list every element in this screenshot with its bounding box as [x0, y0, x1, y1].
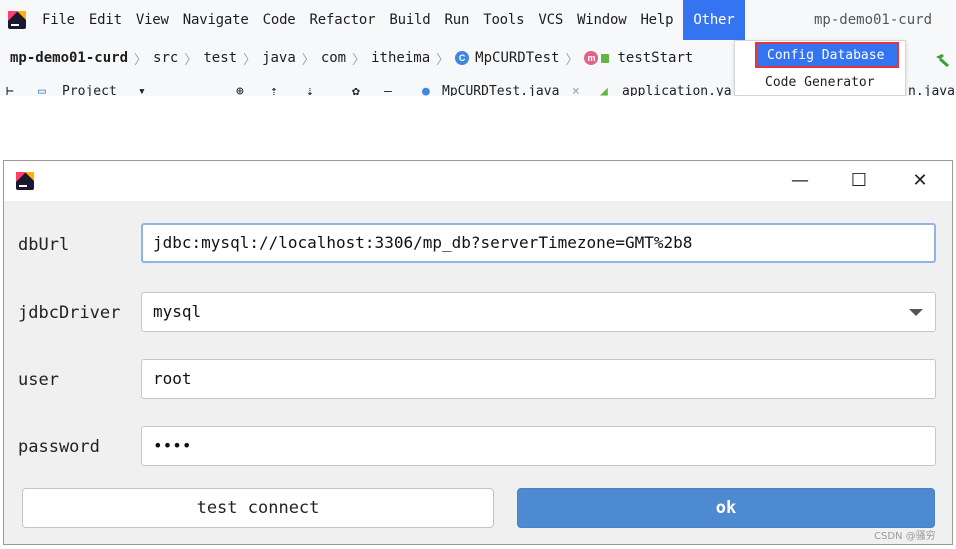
breadcrumb-class[interactable]: MpCURDTest — [475, 50, 559, 66]
menu-tools[interactable]: Tools — [483, 12, 524, 28]
chevron-right-icon: 〉 — [243, 52, 257, 68]
ide-window: File Edit View Navigate Code Refactor Bu… — [0, 0, 956, 96]
yaml-file-icon: ◢ — [600, 84, 608, 96]
chevron-down-icon — [909, 309, 923, 316]
menu-other[interactable]: Other — [683, 0, 745, 40]
dburl-input[interactable]: jdbc:mysql://localhost:3306/mp_db?server… — [141, 223, 936, 263]
menu-navigate[interactable]: Navigate — [183, 12, 249, 28]
other-menu-dropdown: Config Database Code Generator — [734, 40, 906, 96]
minimize-icon[interactable]: — — [788, 169, 812, 193]
build-hammer-icon[interactable] — [934, 52, 952, 68]
menu-edit[interactable]: Edit — [89, 12, 122, 28]
breadcrumb-project[interactable]: mp-demo01-curd — [10, 50, 128, 66]
breadcrumb-test[interactable]: test — [203, 50, 237, 66]
config-database-dialog: — ☐ ✕ dbUrl jdbc:mysql://localhost:3306/… — [3, 160, 953, 545]
ok-button[interactable]: ok — [517, 488, 935, 528]
maximize-icon[interactable]: ☐ — [847, 169, 871, 193]
java-file-icon: ● — [422, 84, 430, 96]
intellij-logo-icon — [16, 172, 34, 190]
jdbc-driver-select[interactable]: mysql — [141, 292, 936, 332]
dburl-label: dbUrl — [18, 235, 70, 255]
breadcrumb-com[interactable]: com — [321, 50, 346, 66]
method-icon: m — [584, 51, 599, 65]
editor-tab-more[interactable]: n.java — [908, 84, 955, 96]
project-view-icon: ▭ — [38, 84, 46, 96]
locate-icon[interactable]: ⊕ — [236, 84, 244, 96]
menu-vcs[interactable]: VCS — [538, 12, 563, 28]
menu-code[interactable]: Code — [263, 12, 296, 28]
watermark: CSDN @骚穷 — [874, 531, 936, 542]
menu-file[interactable]: File — [42, 12, 75, 28]
breadcrumb-java[interactable]: java — [262, 50, 296, 66]
editor-tab-application[interactable]: application.ya — [622, 84, 732, 96]
user-input[interactable]: root — [141, 359, 936, 399]
password-input[interactable]: •••• — [141, 426, 936, 466]
public-lock-icon — [601, 53, 610, 63]
breadcrumb-method[interactable]: testStart — [617, 50, 693, 66]
menu-help[interactable]: Help — [640, 12, 673, 28]
password-label: password — [18, 437, 100, 457]
window-project-title: mp-demo01-curd — [814, 12, 933, 28]
menu-view[interactable]: View — [136, 12, 169, 28]
menu-window[interactable]: Window — [577, 12, 627, 28]
chevron-right-icon: 〉 — [352, 52, 366, 68]
menu-build[interactable]: Build — [389, 12, 430, 28]
menu-bar: File Edit View Navigate Code Refactor Bu… — [0, 0, 956, 40]
breadcrumb-itheima[interactable]: itheima — [371, 50, 430, 66]
test-connect-button[interactable]: test connect — [22, 488, 494, 528]
menu-item-code-generator[interactable]: Code Generator — [735, 71, 905, 96]
chevron-right-icon: 〉 — [184, 52, 198, 68]
menu-item-config-database[interactable]: Config Database — [755, 42, 899, 68]
chevron-right-icon: 〉 — [436, 52, 450, 68]
expand-all-icon[interactable]: ⇡ — [270, 84, 278, 96]
user-label: user — [18, 370, 59, 390]
close-icon[interactable]: ✕ — [908, 169, 932, 193]
gear-icon[interactable]: ✿ — [352, 84, 360, 96]
breadcrumb-src[interactable]: src — [153, 50, 178, 66]
chevron-right-icon: 〉 — [134, 52, 148, 68]
chevron-right-icon: 〉 — [301, 52, 315, 68]
jdbc-driver-label: jdbcDriver — [18, 303, 121, 323]
panel-toggle-icon[interactable]: ⊢ — [6, 84, 14, 96]
menu-refactor[interactable]: Refactor — [310, 12, 376, 28]
collapse-all-icon[interactable]: ⇣ — [306, 84, 314, 96]
editor-tab-mpcurdtest[interactable]: MpCURDTest.java — [442, 84, 559, 96]
hide-icon[interactable]: — — [384, 84, 392, 96]
project-tool-label[interactable]: Project — [62, 84, 117, 96]
dialog-titlebar: — ☐ ✕ — [4, 161, 952, 201]
menu-run[interactable]: Run — [445, 12, 470, 28]
chevron-right-icon: 〉 — [565, 52, 579, 68]
close-tab-icon[interactable]: × — [572, 84, 580, 96]
jdbc-driver-value: mysql — [153, 302, 202, 321]
chevron-down-icon[interactable]: ▾ — [138, 84, 146, 96]
test-class-icon: C — [455, 51, 470, 65]
intellij-logo-icon — [8, 11, 26, 29]
